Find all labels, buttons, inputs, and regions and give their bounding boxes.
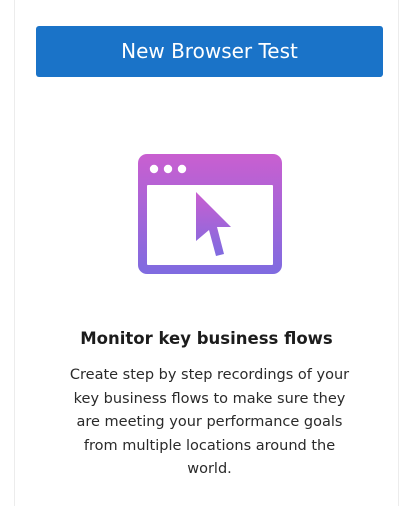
browser-test-card: New Browser Test Monitor key business fl… — [14, 0, 399, 506]
browser-window-cursor-icon — [138, 154, 282, 274]
card-heading: Monitor key business flows — [80, 329, 333, 348]
new-browser-test-button[interactable]: New Browser Test — [36, 26, 383, 77]
card-description: Create step by step recordings of your k… — [69, 367, 350, 477]
